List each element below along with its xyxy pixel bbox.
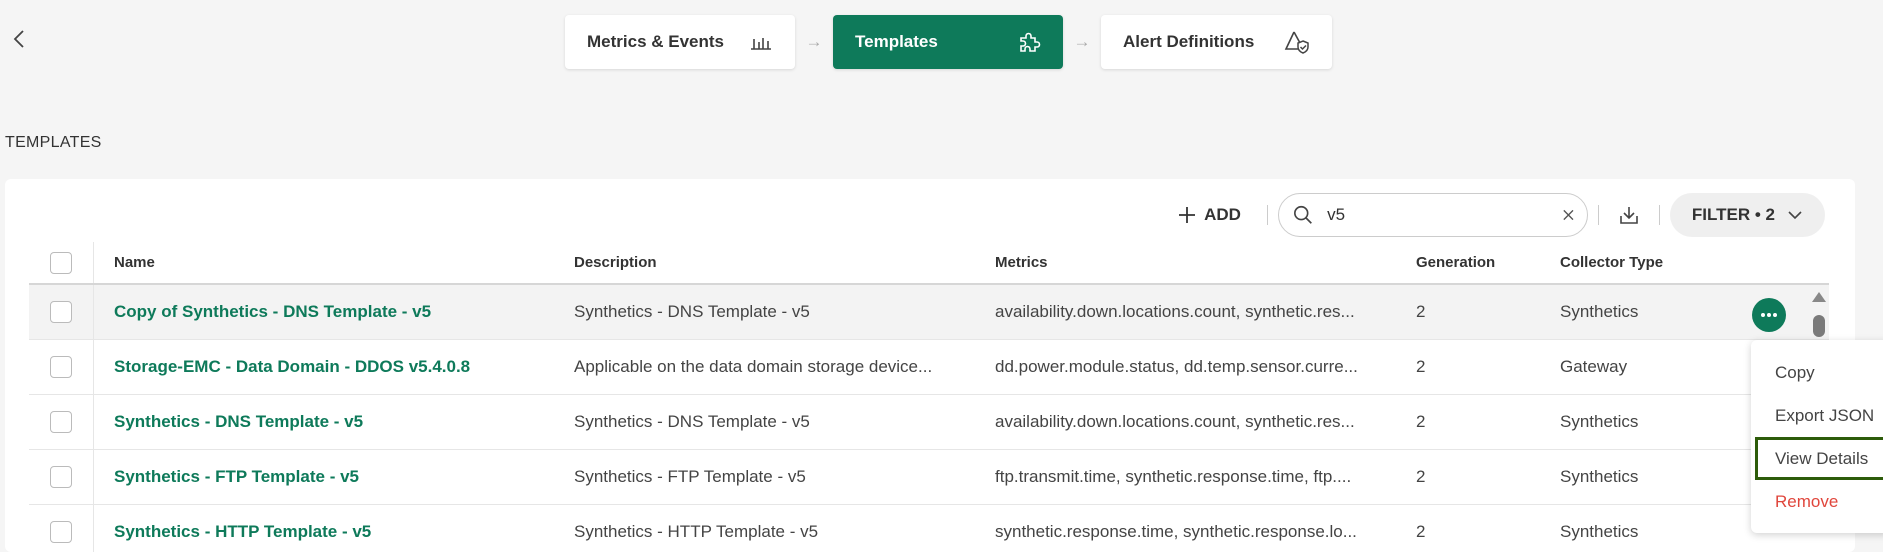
menu-item-export-json[interactable]: Export JSON	[1751, 394, 1883, 437]
step-metrics-events[interactable]: Metrics & Events	[565, 15, 795, 69]
import-button[interactable]	[1609, 195, 1649, 235]
template-generation: 2	[1416, 412, 1426, 431]
table-header: Name Description Metrics Generation Coll…	[29, 242, 1829, 285]
menu-item-remove[interactable]: Remove	[1751, 480, 1883, 523]
puzzle-icon	[1020, 32, 1041, 52]
menu-item-copy[interactable]: Copy	[1751, 351, 1883, 394]
template-name-link[interactable]: Storage-EMC - Data Domain - DDOS v5.4.0.…	[114, 357, 470, 376]
step-arrow: →	[1073, 32, 1091, 51]
header-collector-type[interactable]: Collector Type	[1560, 254, 1730, 271]
add-button[interactable]: ADD	[1162, 193, 1257, 237]
filter-button[interactable]: FILTER • 2	[1669, 193, 1825, 237]
scrollbar-thumb[interactable]	[1813, 315, 1825, 337]
template-generation: 2	[1416, 467, 1426, 486]
row-checkbox[interactable]	[50, 521, 72, 543]
table-toolbar: ADD FILTER • 2	[1162, 193, 1825, 237]
template-collector-type: Synthetics	[1560, 302, 1639, 321]
search-icon	[1293, 205, 1312, 224]
search-box[interactable]	[1277, 193, 1588, 237]
template-collector-type: Synthetics	[1560, 522, 1639, 541]
step-label: Metrics & Events	[587, 32, 724, 51]
row-checkbox[interactable]	[50, 301, 72, 323]
chevron-down-icon	[1788, 211, 1802, 220]
table-row[interactable]: Synthetics - HTTP Template - v5 Syntheti…	[29, 505, 1829, 552]
row-checkbox[interactable]	[50, 356, 72, 378]
search-input[interactable]	[1327, 205, 1549, 225]
template-description: Synthetics - DNS Template - v5	[574, 412, 810, 431]
menu-item-view-details[interactable]: View Details	[1755, 437, 1883, 480]
template-name-link[interactable]: Synthetics - DNS Template - v5	[114, 412, 363, 431]
templates-table: Name Description Metrics Generation Coll…	[29, 242, 1829, 552]
table-row[interactable]: Synthetics - DNS Template - v5 Synthetic…	[29, 395, 1829, 450]
template-generation: 2	[1416, 302, 1426, 321]
more-horizontal-icon	[1761, 313, 1777, 317]
template-collector-type: Synthetics	[1560, 412, 1639, 431]
bar-chart-icon	[751, 38, 771, 50]
wizard-steps: Metrics & Events → Templates → Alert Def…	[565, 15, 1332, 69]
template-metrics: availability.down.locations.count, synth…	[995, 412, 1355, 431]
template-collector-type: Gateway	[1560, 357, 1628, 376]
step-arrow: →	[805, 32, 823, 51]
table-row[interactable]: Synthetics - FTP Template - v5 Synthetic…	[29, 450, 1829, 505]
template-name-link[interactable]: Synthetics - FTP Template - v5	[114, 467, 359, 486]
scroll-up-arrow[interactable]	[1812, 292, 1826, 302]
template-description: Synthetics - HTTP Template - v5	[574, 522, 819, 541]
step-templates[interactable]: Templates	[833, 15, 1063, 69]
table-row[interactable]: Copy of Synthetics - DNS Template - v5 S…	[29, 285, 1829, 340]
template-collector-type: Synthetics	[1560, 467, 1639, 486]
step-label: Alert Definitions	[1123, 32, 1255, 51]
filter-label: FILTER • 2	[1691, 205, 1775, 224]
table-row[interactable]: Storage-EMC - Data Domain - DDOS v5.4.0.…	[29, 340, 1829, 395]
row-actions-menu: Copy Export JSON View Details Remove	[1751, 340, 1883, 533]
template-name-link[interactable]: Synthetics - HTTP Template - v5	[114, 522, 371, 541]
download-icon	[1620, 207, 1638, 224]
header-generation[interactable]: Generation	[1416, 254, 1560, 271]
template-metrics: availability.down.locations.count, synth…	[995, 302, 1355, 321]
alert-shield-icon	[1284, 31, 1309, 54]
templates-card: ADD FILTER • 2 Name Description Metrics …	[5, 179, 1855, 552]
divider	[1266, 205, 1268, 225]
back-button[interactable]	[8, 26, 30, 52]
template-description: Synthetics - DNS Template - v5	[574, 302, 810, 321]
divider	[1597, 205, 1599, 225]
template-description: Applicable on the data domain storage de…	[574, 357, 933, 376]
row-actions-button[interactable]	[1752, 298, 1786, 332]
header-description[interactable]: Description	[574, 254, 995, 271]
clear-search-icon[interactable]	[1562, 208, 1575, 222]
row-checkbox[interactable]	[50, 411, 72, 433]
add-label: ADD	[1204, 205, 1241, 224]
template-metrics: dd.power.module.status, dd.temp.sensor.c…	[995, 357, 1358, 376]
template-description: Synthetics - FTP Template - v5	[574, 467, 806, 486]
template-metrics: ftp.transmit.time, synthetic.response.ti…	[995, 467, 1352, 486]
template-generation: 2	[1416, 522, 1426, 541]
plus-icon	[1179, 207, 1196, 223]
template-generation: 2	[1416, 357, 1426, 376]
select-all-cell	[29, 242, 94, 283]
header-metrics[interactable]: Metrics	[995, 254, 1416, 271]
step-alert-definitions[interactable]: Alert Definitions	[1101, 15, 1332, 69]
divider	[1658, 205, 1660, 225]
select-all-checkbox[interactable]	[50, 251, 72, 274]
page-title: TEMPLATES	[5, 134, 102, 151]
step-label: Templates	[855, 32, 938, 51]
header-name[interactable]: Name	[94, 254, 574, 271]
chevron-left-icon	[13, 30, 24, 48]
template-name-link[interactable]: Copy of Synthetics - DNS Template - v5	[114, 302, 431, 321]
template-metrics: synthetic.response.time, synthetic.respo…	[995, 522, 1357, 541]
row-checkbox[interactable]	[50, 466, 72, 488]
